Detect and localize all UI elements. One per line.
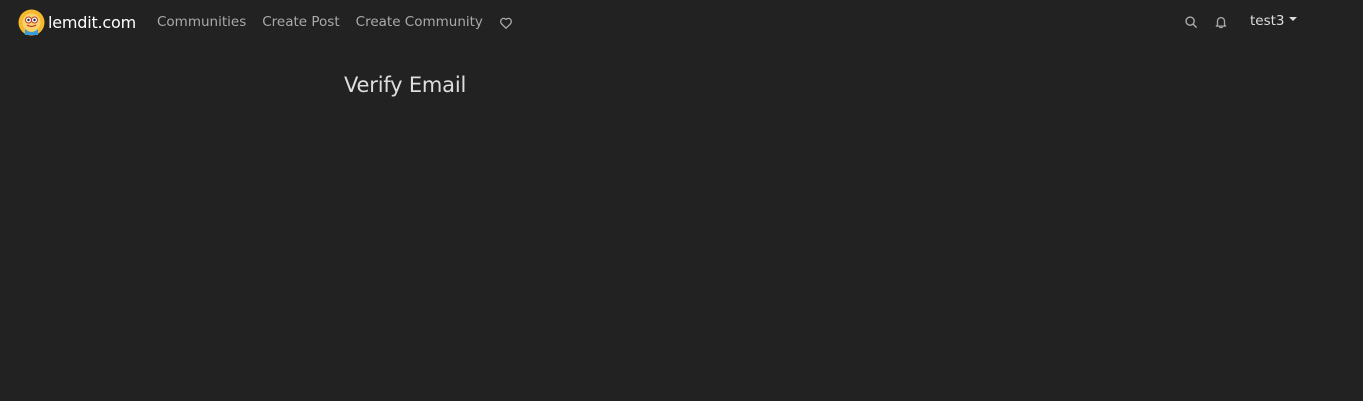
caret-down-icon: [1288, 17, 1297, 21]
search-icon[interactable]: [1184, 15, 1198, 29]
page-title: Verify Email: [344, 73, 467, 97]
top-navbar: lemdit.com Communities Create Post Creat…: [0, 0, 1363, 44]
brand-link[interactable]: lemdit.com: [18, 9, 136, 36]
brand-name: lemdit.com: [48, 13, 137, 32]
nav-communities[interactable]: Communities: [157, 12, 246, 32]
nav-create-post[interactable]: Create Post: [262, 12, 339, 32]
bell-icon[interactable]: [1214, 15, 1228, 29]
main-nav: Communities Create Post Create Community: [157, 12, 513, 32]
user-dropdown[interactable]: test3: [1250, 12, 1297, 30]
nav-create-community[interactable]: Create Community: [356, 12, 483, 32]
lemmy-logo-icon: [18, 9, 45, 36]
username: test3: [1250, 13, 1285, 29]
heart-icon[interactable]: [499, 16, 513, 30]
